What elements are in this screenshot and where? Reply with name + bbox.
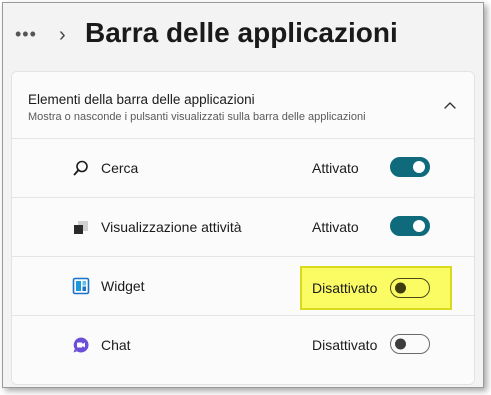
- search-icon: [73, 160, 88, 176]
- highlight-box: Disattivato: [300, 266, 452, 310]
- chevron-up-icon[interactable]: [440, 96, 460, 116]
- item-label: Widget: [101, 278, 145, 294]
- page-header: ••• › Barra delle applicazioni: [3, 3, 483, 67]
- toggle-state-label: Attivato: [312, 160, 359, 176]
- toggle-knob: [413, 161, 425, 173]
- list-item-search: Cerca Attivato: [12, 139, 474, 198]
- item-label: Cerca: [101, 160, 139, 176]
- chevron-right-icon: ›: [59, 24, 66, 46]
- task-view-toggle[interactable]: [390, 216, 430, 236]
- item-label: Visualizzazione attività: [101, 219, 242, 235]
- section-subtitle: Mostra o nasconde i pulsanti visualizzat…: [28, 111, 366, 123]
- taskbar-items-section: Elementi della barra delle applicazioni …: [11, 71, 475, 385]
- more-icon[interactable]: •••: [15, 25, 37, 43]
- toggle-state-label: Attivato: [312, 219, 359, 235]
- page-title: Barra delle applicazioni: [85, 17, 398, 48]
- toggle-state-label: Disattivato: [312, 280, 378, 296]
- list-item-task-view: Visualizzazione attività Attivato: [12, 198, 474, 257]
- toggle-knob: [413, 220, 425, 232]
- toggle-state-label: Disattivato: [312, 337, 378, 353]
- search-toggle[interactable]: [390, 157, 430, 177]
- toggle-knob: [395, 338, 406, 350]
- widgets-toggle[interactable]: [390, 278, 430, 298]
- item-label: Chat: [101, 337, 131, 353]
- settings-window: ••• › Barra delle applicazioni Elementi …: [2, 2, 484, 388]
- task-view-icon: [74, 221, 88, 234]
- list-item-chat: Chat Disattivato: [12, 316, 474, 384]
- toggle-knob: [395, 282, 406, 294]
- widgets-icon: [72, 277, 90, 295]
- section-title: Elementi della barra delle applicazioni: [28, 92, 255, 107]
- chat-toggle[interactable]: [390, 334, 430, 354]
- section-header[interactable]: Elementi della barra delle applicazioni …: [12, 72, 474, 139]
- chat-icon: [73, 337, 89, 353]
